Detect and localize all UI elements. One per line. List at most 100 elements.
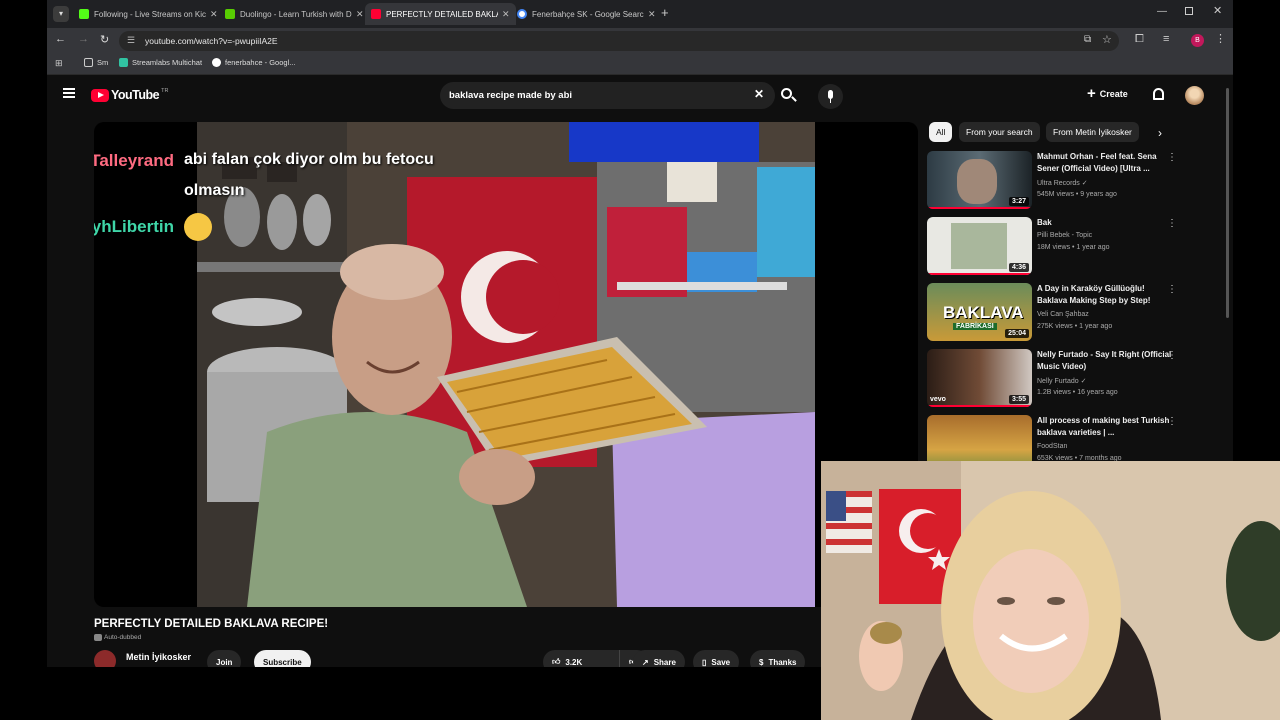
- close-icon[interactable]: ✕: [210, 9, 218, 20]
- restore-button[interactable]: [1185, 7, 1193, 15]
- video-title[interactable]: Nelly Furtado - Say It Right (Official M…: [1037, 349, 1175, 373]
- account-avatar[interactable]: [1185, 86, 1204, 105]
- apps-icon[interactable]: ⊞: [55, 58, 63, 69]
- install-app-icon[interactable]: ⧉: [1084, 34, 1091, 45]
- close-icon[interactable]: ✕: [502, 9, 510, 20]
- video-title[interactable]: All process of making best Turkish bakla…: [1037, 415, 1175, 439]
- subscribe-button[interactable]: Subscribe: [254, 650, 311, 667]
- recommendation-item[interactable]: vevo 3:55 Nelly Furtado - Say It Right (…: [927, 349, 1177, 411]
- tab-kick[interactable]: Following - Live Streams on Kick ✕: [73, 3, 224, 25]
- recommendation-item[interactable]: 3:27 Mahmut Orhan - Feel feat. Sena Sene…: [927, 151, 1177, 213]
- verified-icon: ✓: [1080, 378, 1087, 385]
- notifications-bell-icon[interactable]: [1153, 88, 1164, 100]
- page-scrollbar[interactable]: [1226, 88, 1229, 318]
- video-title[interactable]: Mahmut Orhan - Feel feat. Sena Sener (Of…: [1037, 151, 1175, 175]
- us-flag-icon: [826, 491, 872, 553]
- youtube-play-icon: [91, 88, 109, 102]
- bookmark-icon: ▯: [702, 657, 707, 667]
- reload-button[interactable]: ↻: [100, 33, 109, 46]
- tab-label: Following - Live Streams on Kick: [94, 9, 206, 19]
- more-options-icon[interactable]: ⋮: [1167, 416, 1177, 427]
- clear-search-icon[interactable]: ✕: [754, 87, 764, 101]
- video-player[interactable]: wTalleyrand abi falan çok diyor olm bu f…: [94, 122, 918, 607]
- search-input[interactable]: baklava recipe made by abi ✕: [440, 82, 775, 109]
- chip-all[interactable]: All: [929, 122, 953, 142]
- video-duration: 3:55: [1008, 395, 1029, 404]
- profile-avatar[interactable]: B: [1191, 34, 1204, 47]
- more-options-icon[interactable]: ⋮: [1167, 152, 1177, 163]
- back-button[interactable]: ←: [55, 33, 66, 45]
- more-options-icon[interactable]: ⋮: [1167, 350, 1177, 361]
- tab-media-icon[interactable]: ≡: [1163, 33, 1169, 45]
- search-query: baklava recipe made by abi: [449, 90, 573, 101]
- share-button[interactable]: ↗ Share: [633, 650, 685, 667]
- url-text: youtube.com/watch?v=-pwupiiIA2E: [145, 36, 278, 46]
- kick-favicon-icon: [79, 9, 89, 19]
- tab-duolingo[interactable]: Duolingo - Learn Turkish with Duolingo ✕: [219, 3, 370, 25]
- new-tab-button[interactable]: +: [661, 6, 669, 20]
- voice-search-button[interactable]: [818, 84, 843, 109]
- vevo-logo: vevo: [930, 396, 946, 403]
- video-thumbnail[interactable]: BAKLAVA FABRİKASI 25:04: [927, 283, 1032, 341]
- more-options-icon[interactable]: ⋮: [1167, 218, 1177, 229]
- duolingo-favicon-icon: [225, 9, 235, 19]
- search-button[interactable]: [777, 84, 801, 108]
- plus-icon: +: [1087, 85, 1096, 102]
- video-title[interactable]: Bak: [1037, 217, 1175, 229]
- share-icon: ↗: [642, 657, 649, 667]
- bookmark-folder-sm[interactable]: Sm: [84, 58, 108, 67]
- more-options-icon[interactable]: ⋮: [1167, 284, 1177, 295]
- chip-from-your-search[interactable]: From your search: [959, 122, 1040, 142]
- close-window-button[interactable]: ✕: [1213, 4, 1222, 17]
- bookmark-label: Sm: [97, 58, 109, 67]
- bookmark-fenerbahce[interactable]: fenerbahce - Googl...: [212, 58, 295, 67]
- save-button[interactable]: ▯ Save: [693, 650, 740, 667]
- create-label: Create: [1099, 89, 1128, 99]
- video-title[interactable]: A Day in Karaköy Güllüoğlu! Baklava Maki…: [1037, 283, 1175, 307]
- tab-search-button[interactable]: ▾: [53, 6, 69, 22]
- hamburger-menu-icon[interactable]: [63, 88, 75, 98]
- thanks-button[interactable]: $ Thanks: [750, 650, 806, 667]
- video-thumbnail[interactable]: vevo 3:55: [927, 349, 1032, 407]
- video-thumbnail[interactable]: 3:27: [927, 151, 1032, 209]
- chip-from-channel[interactable]: From Metin İyikosker: [1046, 122, 1139, 142]
- channel-name: Veli Can Şahbaz: [1037, 311, 1089, 318]
- create-button[interactable]: + Create: [1087, 85, 1128, 102]
- streamlabs-icon: [119, 58, 128, 67]
- tab-label: Fenerbahçe SK - Google Search: [532, 9, 644, 19]
- recommendation-item[interactable]: 4:36 Bak Pilli Bebek - Topic 18M views •…: [927, 217, 1177, 279]
- youtube-logo[interactable]: YouTube TR: [91, 88, 168, 102]
- chevron-right-icon[interactable]: ›: [1158, 126, 1162, 140]
- join-label: Join: [216, 657, 233, 667]
- tab-youtube-active[interactable]: PERFECTLY DETAILED BAKLAVA RECIPE! ✕: [365, 3, 516, 25]
- thumbnail-subtext: FABRİKASI: [953, 323, 997, 330]
- google-icon: [212, 58, 221, 67]
- join-button[interactable]: Join: [207, 650, 242, 667]
- google-favicon-icon: [517, 9, 527, 19]
- video-title: PERFECTLY DETAILED BAKLAVA RECIPE!: [94, 618, 329, 630]
- video-duration: 4:36: [1008, 263, 1029, 272]
- channel-avatar[interactable]: [94, 650, 116, 667]
- chat-message-text: abi falan çok diyor olm bu fetocu olması…: [184, 151, 434, 199]
- site-info-icon[interactable]: ☰: [127, 35, 135, 46]
- video-thumbnail[interactable]: 4:36: [927, 217, 1032, 275]
- address-bar[interactable]: ☰ youtube.com/watch?v=-pwupiiIA2E ⧉ ☆: [119, 31, 1119, 51]
- channel-name[interactable]: Metin İyikosker: [126, 652, 191, 662]
- tab-google[interactable]: Fenerbahçe SK - Google Search ✕: [511, 3, 662, 25]
- dubbed-icon: [94, 634, 102, 641]
- thanks-label: Thanks: [768, 657, 797, 667]
- country-code: TR: [161, 88, 169, 94]
- bookmark-star-icon[interactable]: ☆: [1102, 33, 1112, 46]
- minimize-button[interactable]: —: [1157, 6, 1167, 17]
- like-button[interactable]: 👍︎ 3.2K: [543, 650, 619, 667]
- extensions-icon[interactable]: ⧠: [1135, 33, 1144, 46]
- browser-menu-icon[interactable]: ⋮: [1215, 32, 1226, 45]
- channel-label: Ultra Records: [1037, 180, 1080, 187]
- forward-button[interactable]: →: [78, 33, 89, 45]
- save-label: Save: [711, 657, 731, 667]
- close-icon[interactable]: ✕: [648, 9, 656, 20]
- video-meta: 1.2B views • 16 years ago: [1037, 389, 1118, 396]
- close-icon[interactable]: ✕: [356, 9, 364, 20]
- recommendation-item[interactable]: BAKLAVA FABRİKASI 25:04 A Day in Karaköy…: [927, 283, 1177, 345]
- bookmark-streamlabs[interactable]: Streamlabs Multichat: [119, 58, 202, 67]
